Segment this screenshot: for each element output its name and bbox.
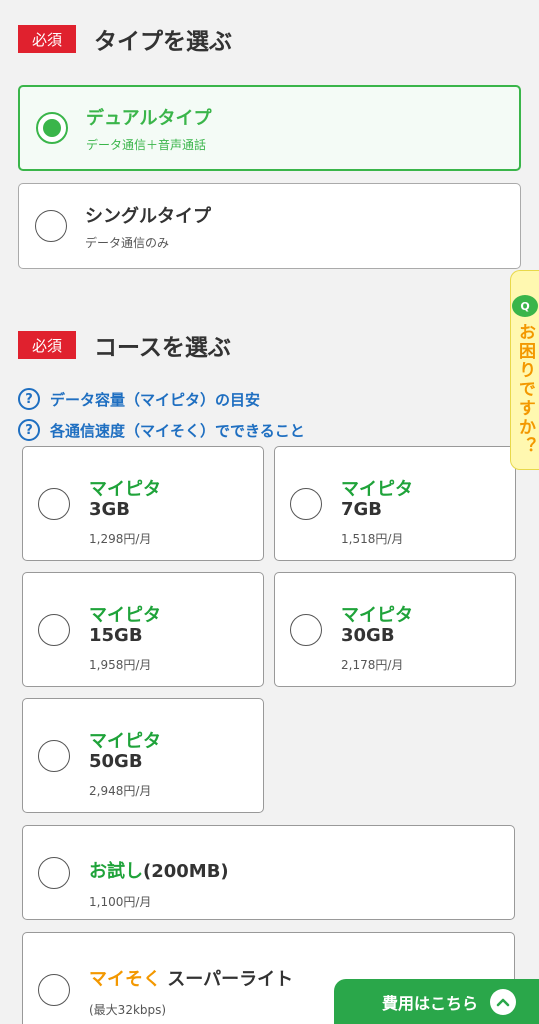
course-section-title: コースを選ぶ [94,335,231,361]
plan-name: スーパーライト [167,969,294,990]
required-badge: 必須 [18,331,76,359]
type-section-title: タイプを選ぶ [94,29,232,55]
radio-icon[interactable] [38,974,70,1006]
plan-brand: マイそく [89,969,161,990]
help-side-tab[interactable]: Q お困りですか？ [510,270,539,470]
help-link-data-capacity[interactable]: ? データ容量（マイピタ）の目安 [18,388,260,410]
plan-brand: マイピタ [89,731,161,752]
plan-brand: マイピタ [89,605,161,626]
plan-size: 7GB [341,499,383,520]
plan-brand: マイピタ [341,479,413,500]
plan-brand: お試し [89,861,143,882]
plan-size: 50GB [89,751,143,772]
type-option-dual[interactable]: デュアルタイプ データ通信＋音声通話 [18,85,521,171]
type-option-name: デュアルタイプ [86,107,212,129]
plan-price: 1,958円/月 [89,658,152,672]
plan-price: 1,518円/月 [341,532,404,546]
plan-option-7gb[interactable]: マイピタ 7GB 1,518円/月 [274,446,516,561]
plan-price: 1,298円/月 [89,532,152,546]
radio-icon[interactable] [290,488,322,520]
plan-size: 30GB [341,625,395,646]
help-link-label: 各通信速度（マイそく）でできること [50,421,305,440]
plan-option-30gb[interactable]: マイピタ 30GB 2,178円/月 [274,572,516,687]
plan-price: 2,948円/月 [89,784,152,798]
question-bubble-icon: Q [512,295,538,317]
plan-option-trial[interactable]: お試し(200MB) 1,100円/月 [22,825,515,920]
radio-icon[interactable] [290,614,322,646]
type-option-single[interactable]: シングルタイプ データ通信のみ [18,183,521,269]
course-section-header: 必須 コースを選ぶ [18,328,231,362]
plan-option-15gb[interactable]: マイピタ 15GB 1,958円/月 [22,572,264,687]
required-badge: 必須 [18,25,76,53]
radio-icon[interactable] [38,857,70,889]
plan-size: 3GB [89,499,131,520]
plan-price: 1,100円/月 [89,895,152,909]
plan-title: マイそく スーパーライト [89,965,293,991]
radio-icon[interactable] [38,740,70,772]
chevron-up-icon [490,988,517,1015]
plan-brand: マイピタ [341,605,413,626]
help-link-label: データ容量（マイピタ）の目安 [50,390,261,409]
radio-icon[interactable] [38,488,70,520]
plan-option-3gb[interactable]: マイピタ 3GB 1,298円/月 [22,446,264,561]
help-tab-label: お困りですか？ [515,323,535,456]
plan-size: (200MB) [143,861,229,882]
plan-option-50gb[interactable]: マイピタ 50GB 2,948円/月 [22,698,264,813]
plan-title: お試し(200MB) [89,857,229,883]
plan-price: 2,178円/月 [341,658,404,672]
cost-summary-label: 費用はこちら [382,993,479,1013]
question-icon: ? [18,388,40,410]
type-option-desc: データ通信のみ [85,235,170,250]
radio-icon[interactable] [35,210,67,242]
radio-selected-icon[interactable] [36,112,68,144]
radio-icon[interactable] [38,614,70,646]
help-link-speed[interactable]: ? 各通信速度（マイそく）でできること [18,419,305,441]
type-option-name: シングルタイプ [85,205,211,227]
question-icon: ? [18,419,40,441]
plan-note: (最大32kbps) [89,1003,167,1017]
plan-brand: マイピタ [89,479,161,500]
cost-summary-button[interactable]: 費用はこちら [334,979,539,1024]
plan-size: 15GB [89,625,143,646]
type-section-header: 必須 タイプを選ぶ [18,22,232,56]
type-option-desc: データ通信＋音声通話 [86,137,207,152]
